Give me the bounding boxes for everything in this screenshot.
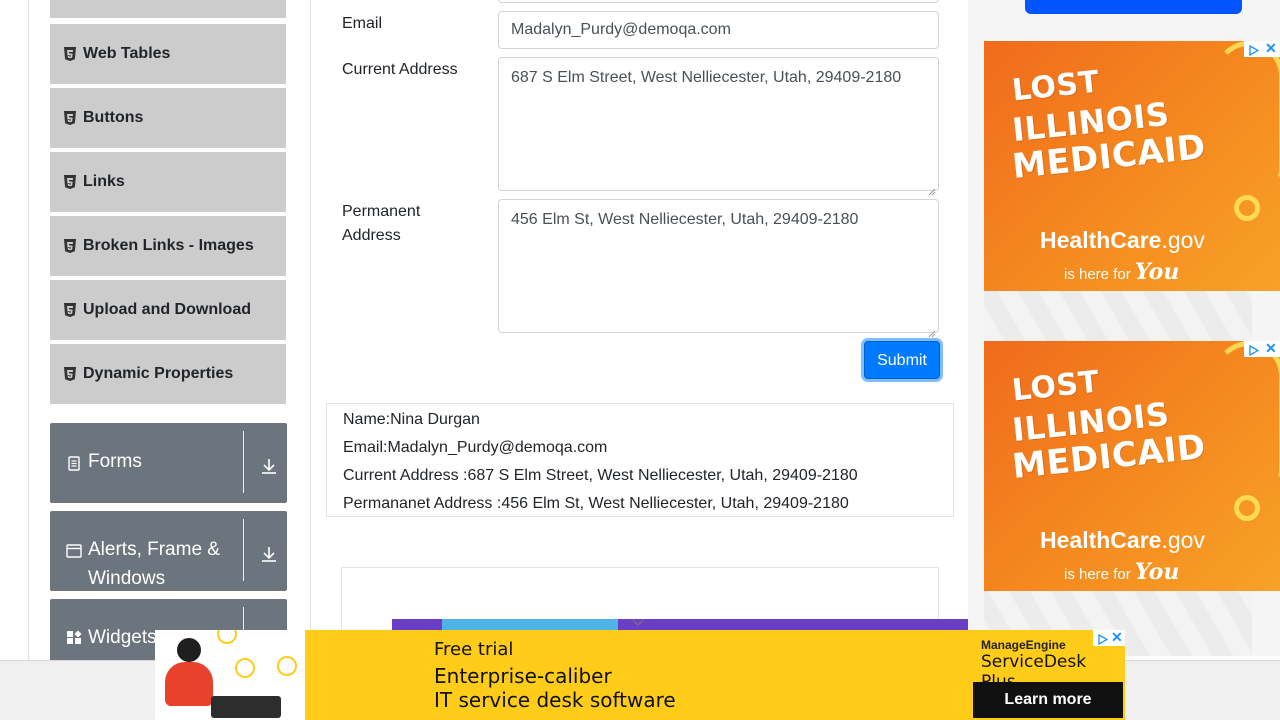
current-address-value: 687 S Elm Street, West Nelliecester, Uta…: [511, 69, 902, 86]
ad-brand: HealthCare.gov: [1040, 527, 1205, 554]
ad-line: LOST: [1010, 364, 1102, 409]
tag-you: You: [1134, 259, 1180, 285]
ad-tagline: is here for You: [1064, 259, 1179, 285]
ad-headline: Free trial: [434, 639, 514, 660]
learn-more-button[interactable]: Learn more: [973, 682, 1123, 718]
html5-icon: [64, 47, 76, 61]
form-icon: [66, 455, 82, 471]
email-label: Email: [342, 15, 383, 32]
permanent-address-value: 456 Elm St, West Nelliecester, Utah, 294…: [511, 211, 859, 228]
chevron-down-icon[interactable]: [632, 614, 644, 626]
person-graphic: [177, 638, 201, 662]
sidebar-item-previous[interactable]: [50, 0, 286, 20]
sidebar-item-label: Web Tables: [83, 45, 171, 62]
email-field[interactable]: Madalyn_Purdy@demoqa.com: [498, 11, 939, 49]
output-permanent-address: Permananet Address :456 Elm St, West Nel…: [343, 495, 849, 512]
sidebar-group-alerts[interactable]: Alerts, Frame & Windows: [50, 511, 287, 591]
bubble-graphic: [217, 630, 237, 644]
divider: [243, 519, 244, 581]
sidebar-item-upload-download[interactable]: Upload and Download: [50, 280, 286, 342]
html5-icon: [64, 239, 76, 253]
ad-headline: IT service desk software: [434, 688, 676, 712]
current-address-textarea[interactable]: 687 S Elm Street, West Nelliecester, Uta…: [498, 57, 939, 196]
ad-tagline: is here for You: [1064, 559, 1179, 585]
question-mark-graphic: [1214, 41, 1280, 181]
current-address-label: Current Address: [342, 61, 458, 78]
ad-line: LOST: [1010, 64, 1102, 109]
submit-button[interactable]: Submit: [864, 341, 940, 379]
ad-button[interactable]: [1025, 0, 1242, 14]
ad-choices-icon: [1097, 632, 1109, 646]
group-label: Forms: [88, 451, 142, 472]
sidebar-item-label: Buttons: [83, 109, 144, 126]
laptop-graphic: [211, 696, 281, 718]
bubble-graphic: [235, 658, 255, 678]
servicedesk-ad[interactable]: Free trial Enterprise-caliber IT service…: [155, 630, 1125, 720]
html5-icon: [64, 303, 76, 317]
sidebar-group-forms[interactable]: Forms: [50, 423, 287, 503]
resize-grip-icon[interactable]: [928, 322, 936, 338]
sidebar-item-label: Upload and Download: [83, 301, 251, 318]
brand-main: HealthCare: [1040, 527, 1162, 553]
close-icon[interactable]: ✕: [1265, 340, 1277, 357]
tag-prefix: is here for: [1064, 266, 1131, 283]
resize-grip-icon[interactable]: [928, 180, 936, 196]
brand-suffix: .gov: [1161, 527, 1205, 553]
sidebar-item-label: Broken Links - Images: [83, 237, 254, 254]
question-mark-graphic: [1214, 341, 1280, 481]
ad-choices-icon: [1248, 343, 1260, 357]
html5-icon: [64, 367, 76, 381]
sidebar-item-buttons[interactable]: Buttons: [50, 88, 286, 150]
ad-illustration: [155, 630, 305, 720]
brand-suffix: .gov: [1161, 227, 1205, 253]
brand-main: HealthCare: [1040, 227, 1162, 253]
output-panel: Name:Nina Durgan Email:Madalyn_Purdy@dem…: [326, 403, 954, 517]
medicaid-ad-1[interactable]: LOST ILLINOIS MEDICAID HealthCare.gov is…: [984, 41, 1280, 291]
widgets-icon: [66, 630, 82, 646]
email-value: Madalyn_Purdy@demoqa.com: [511, 21, 731, 38]
ad-choices-icon: [1248, 43, 1260, 57]
tag-prefix: is here for: [1064, 566, 1131, 583]
html5-icon: [64, 111, 76, 125]
bubble-graphic: [277, 656, 297, 676]
download-icon[interactable]: [260, 457, 278, 475]
sidebar-item-dynamic-properties[interactable]: Dynamic Properties: [50, 344, 286, 406]
tag-you: You: [1134, 559, 1180, 585]
decorative-pattern: [984, 291, 1252, 341]
sidebar-item-broken-links[interactable]: Broken Links - Images: [50, 216, 286, 278]
html5-icon: [64, 175, 76, 189]
permanent-address-textarea[interactable]: 456 Elm St, West Nelliecester, Utah, 294…: [498, 199, 939, 338]
ad-choices[interactable]: ✕: [1093, 630, 1125, 646]
ad-brand-company: ManageEngine: [981, 638, 1066, 652]
question-dot-graphic: [1234, 195, 1260, 221]
close-icon[interactable]: ✕: [1265, 40, 1277, 57]
divider: [243, 431, 244, 493]
ad-choices[interactable]: ✕: [1244, 40, 1280, 57]
full-name-input[interactable]: [498, 0, 939, 3]
sidebar-item-label: Dynamic Properties: [83, 365, 234, 382]
output-email: Email:Madalyn_Purdy@demoqa.com: [343, 439, 608, 456]
ad-choices[interactable]: ✕: [1244, 340, 1280, 357]
medicaid-ad-2[interactable]: LOST ILLINOIS MEDICAID HealthCare.gov is…: [984, 341, 1280, 591]
question-dot-graphic: [1234, 495, 1260, 521]
output-name: Name:Nina Durgan: [343, 411, 480, 428]
output-current-address: Current Address :687 S Elm Street, West …: [343, 467, 858, 484]
window-icon: [66, 543, 82, 559]
sidebar-item-label: Links: [83, 173, 125, 190]
sidebar-item-links[interactable]: Links: [50, 152, 286, 214]
sidebar-item-web-tables[interactable]: Web Tables: [50, 24, 286, 86]
permanent-address-label: Permanent Address: [342, 203, 421, 244]
close-icon[interactable]: ✕: [1111, 630, 1123, 646]
group-label: Alerts, Frame & Windows: [88, 539, 220, 589]
download-icon[interactable]: [260, 545, 278, 563]
ad-brand: HealthCare.gov: [1040, 227, 1205, 254]
person-graphic: [165, 662, 213, 706]
ad-headline: Enterprise-caliber: [434, 664, 612, 688]
